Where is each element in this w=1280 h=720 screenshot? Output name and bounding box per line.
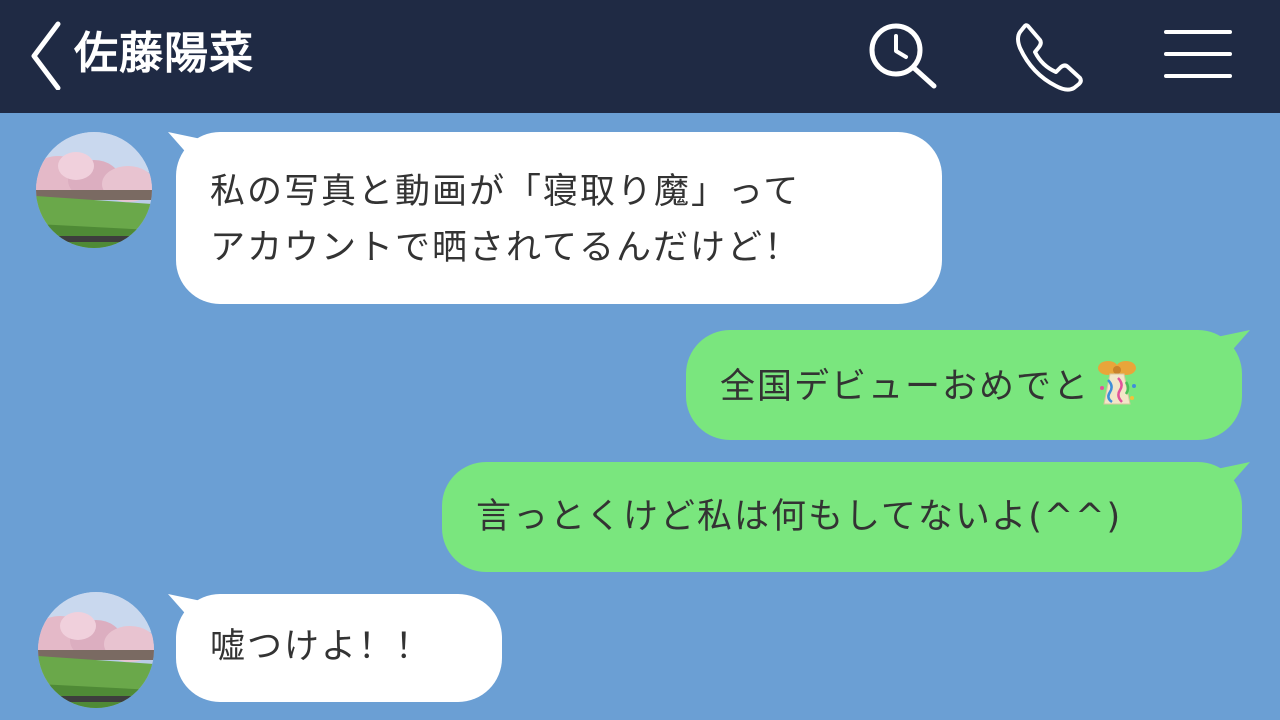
chat-header: 佐藤陽菜: [0, 0, 1280, 113]
party-popper-icon: [1092, 358, 1142, 408]
search-icon: [869, 23, 937, 89]
menu-icon: [1164, 30, 1232, 78]
message-text: 私の写真と動画が「寝取り魔」って アカウントで晒されてるんだけど！: [210, 172, 801, 268]
bubble-tail: [168, 132, 206, 166]
message-text: 言っとくけど私は何もしてないよ(^^): [476, 497, 1123, 537]
contact-avatar[interactable]: [38, 592, 154, 708]
search-button[interactable]: [864, 20, 942, 92]
message-text: 嘘つけよ！！: [210, 627, 433, 667]
cherry-blossom-photo: [36, 132, 152, 248]
bubble-tail: [168, 594, 206, 628]
cherry-blossom-photo: [38, 592, 154, 708]
call-button[interactable]: [1010, 20, 1086, 92]
message-content: 全国デビューおめでと: [720, 358, 1142, 414]
phone-icon: [1016, 23, 1083, 92]
message-bubble-outgoing[interactable]: 言っとくけど私は何もしてないよ(^^): [442, 462, 1250, 572]
menu-button[interactable]: [1162, 20, 1234, 92]
chat-title: 佐藤陽菜: [74, 28, 254, 79]
bubble-tail: [1212, 462, 1250, 496]
message-bubble-outgoing[interactable]: 全国デビューおめでと: [686, 330, 1250, 440]
message-text: 全国デビューおめでと: [720, 367, 1091, 407]
chevron-left-icon: [31, 21, 61, 91]
contact-avatar[interactable]: [36, 132, 152, 248]
message-bubble-incoming[interactable]: 嘘つけよ！！: [168, 594, 502, 702]
message-bubble-incoming[interactable]: 私の写真と動画が「寝取り魔」って アカウントで晒されてるんだけど！: [168, 132, 942, 304]
bubble-tail: [1212, 330, 1250, 364]
back-button[interactable]: [22, 18, 70, 91]
